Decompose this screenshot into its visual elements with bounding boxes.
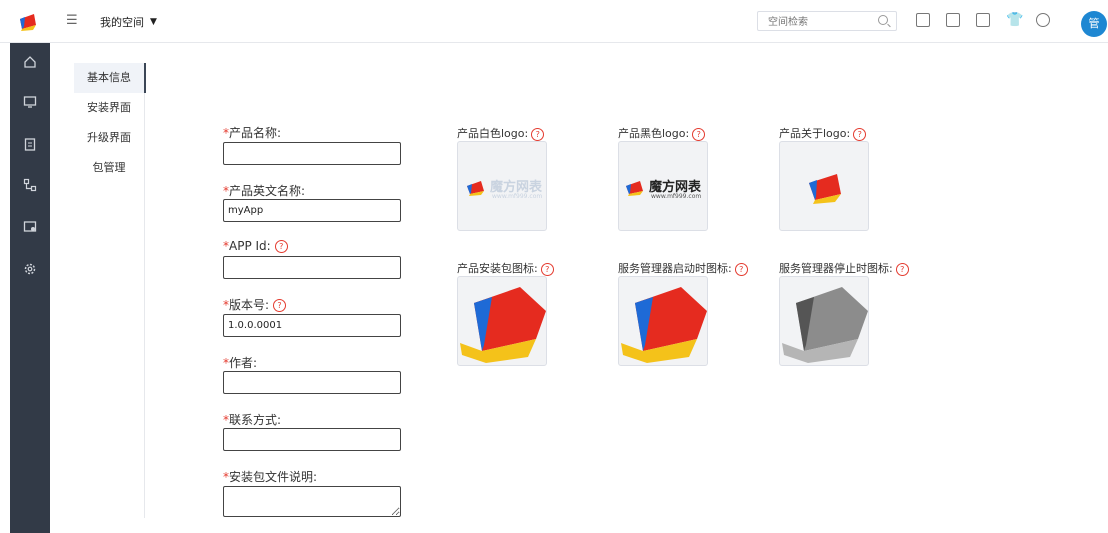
document-icon[interactable] [976,13,990,27]
brand-logo-icon [809,174,841,204]
help-icon[interactable]: ? [531,128,545,141]
contact-label: *联系方式: [223,413,282,427]
help-icon[interactable]: ? [273,299,287,312]
avatar[interactable]: 管 [1081,11,1107,37]
screen-settings-icon[interactable] [23,220,37,234]
subnav-item-package-mgmt[interactable]: 包管理 [74,153,144,183]
search-input[interactable] [766,13,880,31]
clipboard-icon[interactable] [23,137,37,151]
help-icon[interactable]: ? [540,263,554,276]
service-start-icon-upload[interactable] [618,276,708,366]
space-label: 我的空间 [100,16,144,29]
black-logo-upload[interactable]: 魔方网表 www.mf999.com [618,141,708,231]
black-logo-label: 产品黑色logo:? [618,125,706,141]
sidebar [10,43,50,533]
monitor-icon[interactable] [23,95,37,109]
subnav-item-upgrade-ui[interactable]: 升级界面 [74,123,144,153]
brand-url: www.mf999.com [651,193,702,200]
brand-logo-icon [621,287,707,363]
contact-input[interactable] [223,428,401,451]
version-label: *版本号:? [223,296,287,313]
installer-icon-label: 产品安装包图标:? [457,260,554,276]
subnav-item-install-ui[interactable]: 安装界面 [74,93,144,123]
minus-circle-icon[interactable] [1036,13,1050,27]
help-icon[interactable] [916,13,930,27]
menu-toggle-icon[interactable]: ☰ [66,14,80,28]
help-icon[interactable]: ? [274,240,288,253]
version-input[interactable] [223,314,401,337]
subnav-item-basic-info[interactable]: 基本信息 [74,63,146,93]
package-description-textarea[interactable] [223,486,401,517]
brand-url: www.mf999.com [492,193,543,200]
author-label: *作者: [223,356,258,370]
caret-down-icon: ▼ [150,17,157,27]
home-icon[interactable] [23,55,37,69]
product-english-name-input[interactable] [223,199,401,222]
brand-logo-icon [460,287,546,363]
help-icon[interactable]: ? [692,128,706,141]
package-description-label: *安装包文件说明: [223,470,318,484]
settings-icon[interactable] [23,262,37,276]
search-box[interactable] [757,11,897,31]
space-switcher[interactable]: 我的空间 ▼ [100,14,157,30]
search-icon[interactable] [878,15,888,25]
brand-logo-gray-icon [782,287,868,363]
service-start-icon-label: 服务管理器启动时图标:? [618,260,748,276]
product-english-name-label: *产品英文名称: [223,184,306,198]
top-bar: ☰ 我的空间 ▼ 👕 管 [0,0,1108,43]
product-name-label: *产品名称: [223,126,282,140]
installer-icon-upload[interactable] [457,276,547,366]
product-name-input[interactable] [223,142,401,165]
author-input[interactable] [223,371,401,394]
service-stop-icon-upload[interactable] [779,276,869,366]
print-icon[interactable] [946,13,960,27]
sub-nav: 基本信息 安装界面 升级界面 包管理 [74,63,146,518]
white-logo-upload[interactable]: 魔方网表 www.mf999.com [457,141,547,231]
help-icon[interactable]: ? [895,263,909,276]
about-logo-label: 产品关于logo:? [779,125,867,141]
help-icon[interactable]: ? [734,263,748,276]
white-logo-label: 产品白色logo:? [457,125,545,141]
skin-icon[interactable]: 👕 [1006,13,1023,27]
brand-logo-icon [626,181,643,196]
app-id-input[interactable] [223,256,401,279]
service-stop-icon-label: 服务管理器停止时图标:? [779,260,909,276]
app-logo-icon[interactable] [16,11,38,31]
brand-logo-icon [467,181,484,196]
app-id-label: *APP Id:? [223,239,288,253]
help-icon[interactable]: ? [853,128,867,141]
about-logo-upload[interactable] [779,141,869,231]
network-icon[interactable] [23,178,37,192]
